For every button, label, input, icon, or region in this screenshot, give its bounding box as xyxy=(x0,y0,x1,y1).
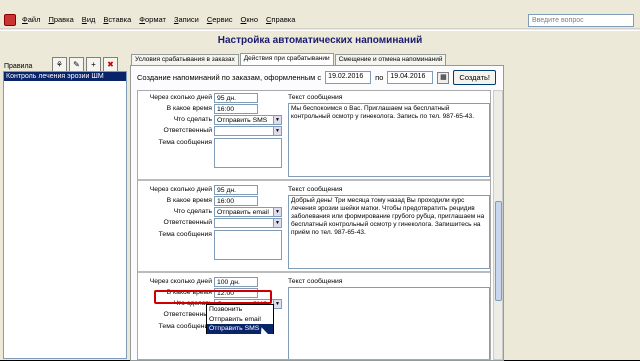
chevron-down-icon[interactable]: ▼ xyxy=(273,127,281,135)
app-icon[interactable] xyxy=(4,14,16,26)
menu-tools[interactable]: Сервис xyxy=(207,15,233,24)
chevron-down-icon[interactable]: ▼ xyxy=(273,219,281,227)
chevron-down-icon[interactable]: ▼ xyxy=(273,208,281,216)
action-label: Что сделать xyxy=(173,208,212,215)
help-search-input[interactable]: Введите вопрос xyxy=(528,14,634,27)
responsible-select[interactable]: ▼ xyxy=(214,126,282,136)
days-label: Через сколько дней xyxy=(149,94,212,101)
responsible-select[interactable]: ▼ xyxy=(214,218,282,228)
edit-rule-icon[interactable]: ✎ xyxy=(69,57,84,72)
time-field[interactable]: 16:00 xyxy=(214,104,258,114)
topic-field[interactable] xyxy=(214,138,282,168)
dropdown-option-call[interactable]: Позвонить xyxy=(207,305,273,315)
action-highlight-box xyxy=(154,290,272,304)
days-label: Через сколько дней xyxy=(149,278,212,285)
tab-body: Создание напоминаний по заказам, оформле… xyxy=(130,65,504,361)
window-title: Настройка автоматических напоминаний xyxy=(217,35,423,46)
rules-list-item[interactable]: Контроль лечения эрозии ШМ xyxy=(4,72,126,81)
time-label: В какое время xyxy=(166,105,212,112)
dropdown-option-email[interactable]: Отправить email xyxy=(207,315,273,325)
calendar-icon[interactable]: ▦ xyxy=(437,71,450,84)
days-field[interactable]: 95 дн. xyxy=(214,93,258,103)
time-label: В какое время xyxy=(166,197,212,204)
create-label: Создание напоминаний по заказам, оформле… xyxy=(137,73,322,82)
responsible-label: Ответственный xyxy=(163,219,212,226)
reminder-block: Через сколько дней 100 дн. В какое время… xyxy=(138,275,490,359)
date-from-field[interactable]: 19.02.2016 xyxy=(325,71,372,84)
menu-window[interactable]: Окно xyxy=(241,15,258,24)
responsible-label: Ответственный xyxy=(163,127,212,134)
rules-label: Правила xyxy=(4,63,33,70)
responsible-label: Ответственный xyxy=(163,311,212,318)
rules-panel: Правила ⚘ ✎ + ✖ Контроль лечения эрозии … xyxy=(0,57,128,361)
message-label: Текст сообщения xyxy=(288,278,343,285)
copy-rule-icon[interactable]: ⚘ xyxy=(52,57,67,72)
topic-label: Тема сообщения xyxy=(158,139,212,146)
chevron-down-icon[interactable]: ▼ xyxy=(273,300,281,308)
topic-label: Тема сообщения xyxy=(158,231,212,238)
create-button[interactable]: Создать! xyxy=(453,70,496,85)
delete-rule-icon[interactable]: ✖ xyxy=(103,57,118,72)
action-select[interactable]: Отправить SMS ▼ xyxy=(214,115,282,125)
menu-view[interactable]: Вид xyxy=(82,15,96,24)
days-label: Через сколько дней xyxy=(149,186,212,193)
reminders-scroll-area[interactable]: Через сколько дней 95 дн. В какое время … xyxy=(137,90,491,360)
create-row: Создание напоминаний по заказам, оформле… xyxy=(137,70,496,85)
rules-list[interactable]: Контроль лечения эрозии ШМ xyxy=(3,71,127,359)
message-field[interactable]: Мы беспокоимся о Вас. Приглашаем на бесп… xyxy=(288,103,490,177)
menu-format[interactable]: Формат xyxy=(139,15,166,24)
scrollbar-thumb[interactable] xyxy=(495,201,502,301)
menubar: Файл Правка Вид Вставка Формат Записи Се… xyxy=(0,12,640,29)
message-field[interactable] xyxy=(288,287,490,359)
message-label: Текст сообщения xyxy=(288,94,343,101)
vertical-scrollbar[interactable] xyxy=(493,90,503,360)
action-select[interactable]: Отправить email ▼ xyxy=(214,207,282,217)
menu-items: Файл Правка Вид Вставка Формат Записи Се… xyxy=(22,15,295,24)
menu-insert[interactable]: Вставка xyxy=(103,15,131,24)
reminder-block: Через сколько дней 95 дн. В какое время … xyxy=(138,183,490,273)
action-label: Что сделать xyxy=(173,116,212,123)
add-rule-icon[interactable]: + xyxy=(86,57,101,72)
menu-help[interactable]: Справка xyxy=(266,15,295,24)
menu-file[interactable]: Файл xyxy=(22,15,40,24)
menu-records[interactable]: Записи xyxy=(174,15,199,24)
days-field[interactable]: 95 дн. xyxy=(214,185,258,195)
reminder-block: Через сколько дней 95 дн. В какое время … xyxy=(138,91,490,181)
menu-edit[interactable]: Правка xyxy=(48,15,73,24)
message-field[interactable]: Добрый день! Три месяца тому назад Вы пр… xyxy=(288,195,490,269)
message-label: Текст сообщения xyxy=(288,186,343,193)
days-field[interactable]: 100 дн. xyxy=(214,277,258,287)
date-to-label: по xyxy=(375,73,384,82)
chevron-down-icon[interactable]: ▼ xyxy=(273,116,281,124)
app-frame: Файл Правка Вид Вставка Формат Записи Се… xyxy=(0,0,640,361)
topic-field[interactable] xyxy=(214,230,282,260)
time-field[interactable]: 16:00 xyxy=(214,196,258,206)
reminders-window: Настройка автоматических напоминаний Пра… xyxy=(0,30,640,361)
topic-label: Тема сообщения xyxy=(158,323,212,330)
date-to-field[interactable]: 19.04.2016 xyxy=(387,71,434,84)
action-value: Отправить SMS xyxy=(217,117,268,124)
action-value: Отправить email xyxy=(217,209,269,216)
